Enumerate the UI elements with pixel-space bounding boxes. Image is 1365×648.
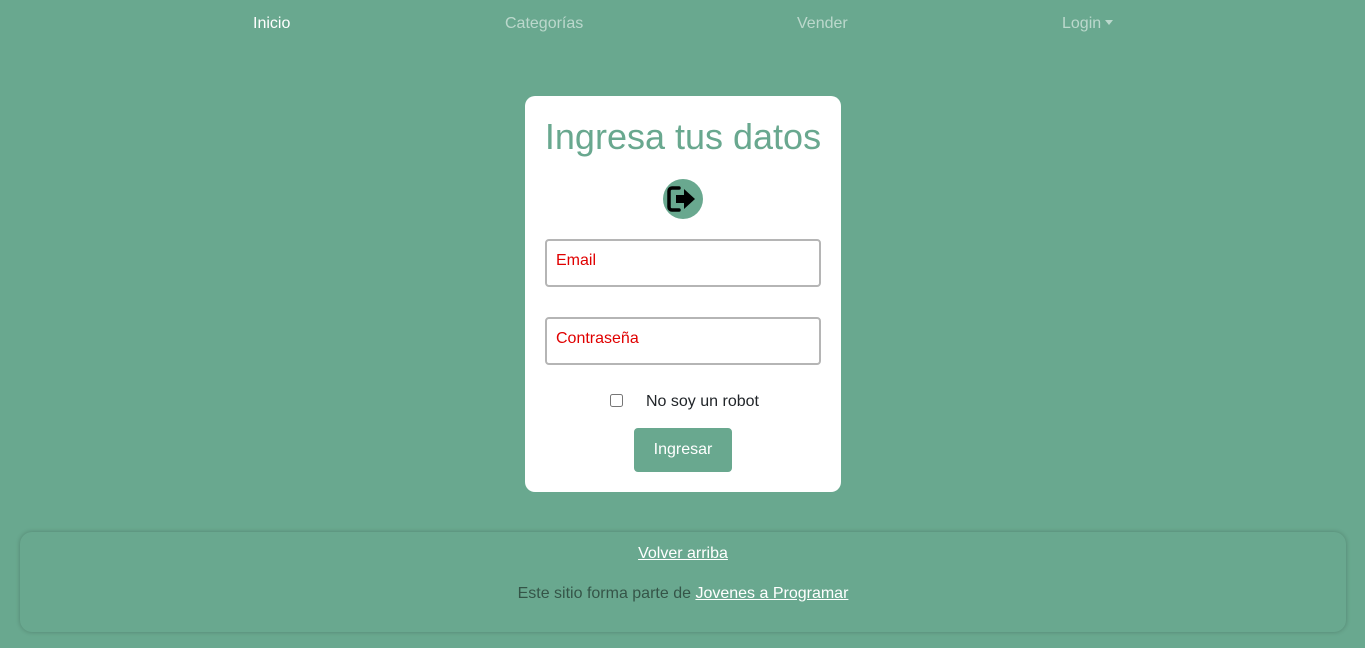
password-field[interactable]: [545, 317, 821, 365]
nav-item-login-label: Login: [1062, 15, 1102, 32]
login-submit-button[interactable]: Ingresar: [634, 428, 732, 472]
nav-item-login-dropdown[interactable]: Login: [1062, 14, 1114, 33]
back-to-top-row: Volver arriba: [20, 545, 1346, 563]
email-field[interactable]: [545, 239, 821, 287]
login-title: Ingresa tus datos: [544, 116, 822, 157]
nav-item-vender[interactable]: Vender: [797, 14, 848, 33]
footer-credit: Este sitio forma parte de Jovenes a Prog…: [20, 585, 1346, 603]
login-card: Ingresa tus datos No soy un robot Ingres…: [525, 96, 841, 492]
not-robot-checkbox[interactable]: [610, 394, 623, 407]
footer-credit-text: Este sitio forma parte de: [517, 585, 696, 602]
sign-out-arrow-icon: [663, 179, 703, 219]
top-navbar: Inicio Categorías Vender Login: [0, 0, 1365, 48]
nav-item-categorias[interactable]: Categorías: [505, 14, 583, 33]
nav-item-inicio[interactable]: Inicio: [253, 14, 290, 33]
jovenes-a-programar-link[interactable]: Jovenes a Programar: [695, 585, 848, 602]
page-footer: Volver arriba Este sitio forma parte de …: [20, 532, 1346, 632]
not-robot-label: No soy un robot: [646, 393, 759, 410]
back-to-top-link[interactable]: Volver arriba: [638, 545, 728, 562]
chevron-down-icon: [1105, 20, 1114, 25]
